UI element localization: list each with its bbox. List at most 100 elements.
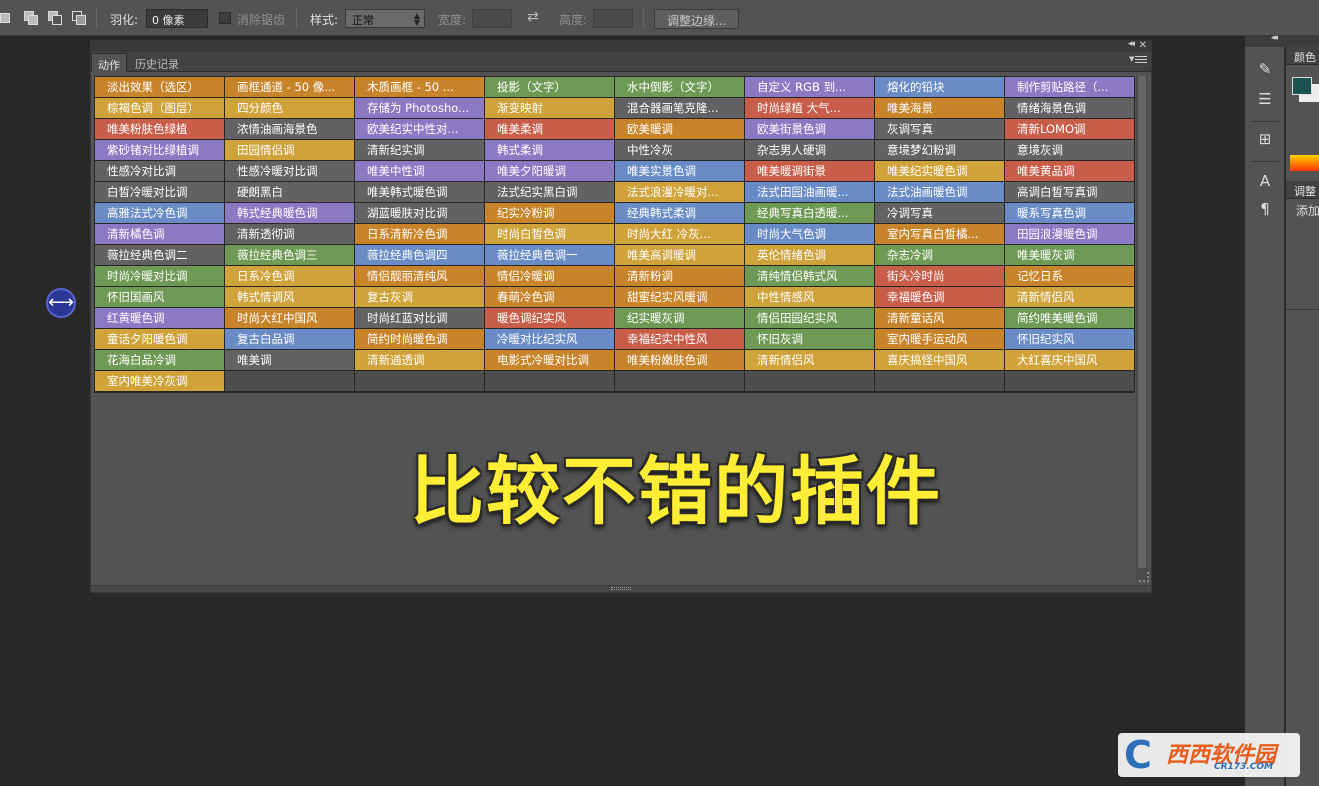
foreground-color-swatch[interactable]: [1292, 77, 1312, 95]
action-button[interactable]: 冷调写真: [875, 203, 1005, 224]
action-button[interactable]: 法式纪实黑白调: [485, 182, 615, 203]
action-button[interactable]: 室内写真白皙橘...: [875, 224, 1005, 245]
intersect-selection-icon[interactable]: [72, 11, 86, 25]
action-button[interactable]: 法式油画暖色调: [875, 182, 1005, 203]
action-button[interactable]: 灰调写真: [875, 119, 1005, 140]
character-panel-icon[interactable]: A: [1255, 171, 1275, 191]
action-button[interactable]: 唯美韩式暖色调: [355, 182, 485, 203]
action-button[interactable]: 紫砂锗对比绿植调: [95, 140, 225, 161]
action-button[interactable]: 木质画框 - 50 ...: [355, 77, 485, 98]
tab-actions[interactable]: 动作: [91, 53, 127, 72]
vertical-scrollbar[interactable]: [1136, 76, 1148, 581]
action-button[interactable]: 幸福暖色调: [875, 287, 1005, 308]
collapse-icon[interactable]: ◂◂: [1128, 39, 1135, 49]
action-button[interactable]: 记忆日系: [1005, 266, 1135, 287]
action-button[interactable]: 情侣冷暖调: [485, 266, 615, 287]
feather-input[interactable]: 0 像素: [146, 9, 208, 28]
action-button[interactable]: 时尚绿植 大气...: [745, 98, 875, 119]
action-button[interactable]: 春萌冷色调: [485, 287, 615, 308]
action-button[interactable]: 唯美粉肤色绿植: [95, 119, 225, 140]
action-button[interactable]: 清新童话风: [875, 308, 1005, 329]
action-button[interactable]: 唯美暖灰调: [1005, 245, 1135, 266]
action-button[interactable]: 唯美中性调: [355, 161, 485, 182]
action-button[interactable]: 田园情侣调: [225, 140, 355, 161]
action-button[interactable]: 欧美街景色调: [745, 119, 875, 140]
action-button[interactable]: 中性情感风: [745, 287, 875, 308]
action-button[interactable]: 经典韩式柔调: [615, 203, 745, 224]
action-button[interactable]: 浓情油画海景色: [225, 119, 355, 140]
action-button[interactable]: 自定义 RGB 到...: [745, 77, 875, 98]
action-button[interactable]: 混合器画笔克隆...: [615, 98, 745, 119]
action-button[interactable]: 唯美纪实暖色调: [875, 161, 1005, 182]
action-button[interactable]: 画框通道 - 50 像...: [225, 77, 355, 98]
action-button[interactable]: 唯美暖调街景: [745, 161, 875, 182]
action-button[interactable]: 杂志冷调: [875, 245, 1005, 266]
action-button[interactable]: 复古白品调: [225, 329, 355, 350]
action-button[interactable]: 唯美实景色调: [615, 161, 745, 182]
action-button[interactable]: 清新粉调: [615, 266, 745, 287]
add-selection-icon[interactable]: [24, 11, 38, 25]
action-button[interactable]: 高调白皙写真调: [1005, 182, 1135, 203]
subtract-selection-icon[interactable]: [48, 11, 62, 25]
action-button[interactable]: 复古灰调: [355, 287, 485, 308]
panel-bottom-grip[interactable]: [91, 585, 1151, 592]
action-button[interactable]: 性感冷对比调: [95, 161, 225, 182]
swap-icon[interactable]: ⇄: [527, 9, 539, 25]
action-button[interactable]: 电影式冷暖对比调: [485, 350, 615, 371]
action-button[interactable]: 街头冷时尚: [875, 266, 1005, 287]
action-button[interactable]: 红黄暖色调: [95, 308, 225, 329]
color-spectrum[interactable]: [1290, 155, 1319, 171]
action-button[interactable]: 意境灰调: [1005, 140, 1135, 161]
style-select[interactable]: 正常 ▲ ▼: [345, 9, 425, 28]
brush-settings-icon[interactable]: ☰: [1255, 89, 1275, 109]
width-input[interactable]: [472, 9, 512, 28]
action-button[interactable]: 时尚白皙色调: [485, 224, 615, 245]
action-button[interactable]: 法式浪漫冷暖对...: [615, 182, 745, 203]
new-selection-icon[interactable]: [0, 11, 10, 25]
action-button[interactable]: 制作剪贴路径（...: [1005, 77, 1135, 98]
action-button[interactable]: 童话夕阳暖色调: [95, 329, 225, 350]
action-button[interactable]: 简约唯美暖色调: [1005, 308, 1135, 329]
paragraph-panel-icon[interactable]: ¶: [1255, 199, 1275, 219]
action-button[interactable]: 熔化的铅块: [875, 77, 1005, 98]
action-button[interactable]: 时尚大红 冷灰...: [615, 224, 745, 245]
action-button[interactable]: 纪实暖灰调: [615, 308, 745, 329]
action-button[interactable]: 英伦情绪色调: [745, 245, 875, 266]
action-button[interactable]: 怀旧国画风: [95, 287, 225, 308]
action-button[interactable]: 清纯情侣韩式风: [745, 266, 875, 287]
clone-source-icon[interactable]: ⊞: [1255, 129, 1275, 149]
action-button[interactable]: 杂志男人硬调: [745, 140, 875, 161]
antialias-checkbox[interactable]: [219, 12, 231, 24]
action-button[interactable]: 清新情侣风: [1005, 287, 1135, 308]
action-button[interactable]: 暖系写真色调: [1005, 203, 1135, 224]
action-button[interactable]: 花海白品冷调: [95, 350, 225, 371]
action-button[interactable]: 情侣田园纪实风: [745, 308, 875, 329]
action-button[interactable]: 硬朗黑白: [225, 182, 355, 203]
expand-dock-icon[interactable]: ◂◂: [1271, 33, 1278, 43]
refine-edge-button[interactable]: 调整边缘...: [654, 9, 740, 29]
action-button[interactable]: 湖蓝暖肤对比调: [355, 203, 485, 224]
action-button[interactable]: 室内暖手运动风: [875, 329, 1005, 350]
action-button[interactable]: 怀旧灰调: [745, 329, 875, 350]
tab-history[interactable]: 历史记录: [129, 53, 185, 72]
action-button[interactable]: 唯美粉嫩肤色调: [615, 350, 745, 371]
action-button[interactable]: 幸福纪实中性风: [615, 329, 745, 350]
action-button[interactable]: 情侣靓丽清纯风: [355, 266, 485, 287]
action-button[interactable]: 时尚红蓝对比调: [355, 308, 485, 329]
action-button[interactable]: 四分颜色: [225, 98, 355, 119]
action-button[interactable]: 经典写真白透暖...: [745, 203, 875, 224]
action-button[interactable]: 薇拉经典色调二: [95, 245, 225, 266]
action-button[interactable]: 薇拉经典色调三: [225, 245, 355, 266]
action-button[interactable]: 唯美高调暖调: [615, 245, 745, 266]
height-input[interactable]: [593, 9, 633, 28]
action-button[interactable]: 甜蜜纪实风暖调: [615, 287, 745, 308]
action-button[interactable]: 简约时尚暖色调: [355, 329, 485, 350]
action-button[interactable]: 薇拉经典色调一: [485, 245, 615, 266]
action-button[interactable]: 唯美调: [225, 350, 355, 371]
action-button[interactable]: 投影（文字）: [485, 77, 615, 98]
action-button[interactable]: 存储为 Photosho...: [355, 98, 485, 119]
close-icon[interactable]: ✕: [1139, 40, 1147, 51]
action-button[interactable]: 室内唯美冷灰调: [95, 371, 225, 392]
brush-presets-icon[interactable]: ✎: [1255, 59, 1275, 79]
action-button[interactable]: 唯美夕阳暖调: [485, 161, 615, 182]
